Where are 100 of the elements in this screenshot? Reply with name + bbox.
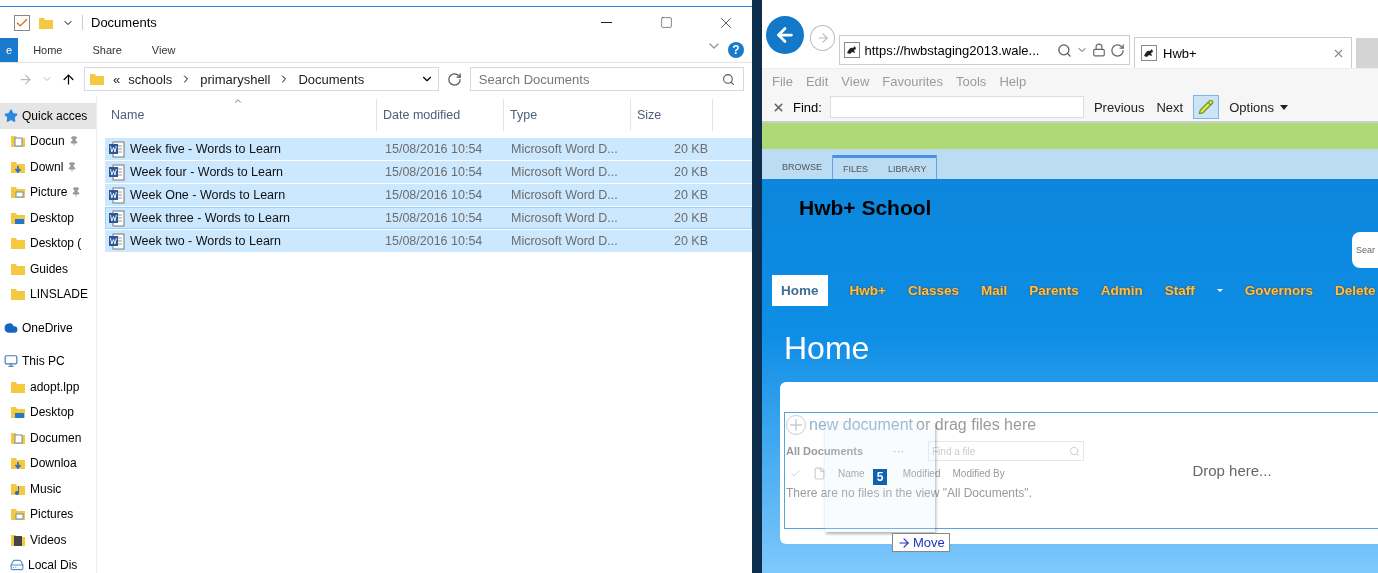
file-row[interactable]: Week five - Words to Learn 15/08/2016 10:54 Microsoft Word D... 20 KB <box>105 138 752 160</box>
sidebar-item[interactable]: adopt.lpp <box>0 374 96 400</box>
word-document-icon <box>108 186 126 204</box>
sidebar-item[interactable]: Videos <box>0 527 96 553</box>
highlight-button[interactable] <box>1193 95 1220 119</box>
url-text: https://hwbstaging2013.wale... <box>864 42 1041 58</box>
file-name: Week two - Words to Learn <box>130 234 281 248</box>
site-title[interactable]: Hwb+ School <box>762 179 1378 224</box>
sidebar-item[interactable]: Guides <box>0 256 96 282</box>
forward-arrow-icon <box>815 31 830 45</box>
sidebar-item[interactable]: Desktop ( <box>0 230 96 256</box>
file-row[interactable]: Week three - Words to Learn 15/08/2016 10:54 Microsoft Word D... 20 KB <box>105 207 752 229</box>
file-name: Week four - Words to Learn <box>130 165 284 179</box>
sidebar-item[interactable]: Desktop <box>0 399 96 425</box>
address-bar[interactable]: « schools primaryshell Documents <box>84 67 439 91</box>
file-name: Week five - Words to Learn <box>130 142 281 156</box>
date-cell: 15/08/2016 10:54 <box>385 211 483 225</box>
sidebar-item[interactable]: Local Dis <box>0 552 96 573</box>
sidebar-item[interactable]: Picture <box>0 179 96 205</box>
window-title: Documents <box>82 15 572 30</box>
size-cell: 20 KB <box>673 234 708 248</box>
caret-icon[interactable] <box>1216 289 1223 292</box>
sidebar-item[interactable]: Downl <box>0 154 96 180</box>
sidebar-item[interactable]: Pictures <box>0 501 96 527</box>
arrow-right-icon <box>897 535 911 550</box>
file-row[interactable]: Week four - Words to Learn 15/08/2016 10:54 Microsoft Word D... 20 KB <box>105 161 752 183</box>
maximize-icon <box>659 16 673 29</box>
file-icon <box>813 467 826 480</box>
drive-icon <box>10 558 24 573</box>
pictures-folder-icon <box>10 506 26 523</box>
file-row[interactable]: Week One - Words to Learn 15/08/2016 10:54 Microsoft Word D... 20 KB <box>105 184 752 206</box>
sidebar-item[interactable]: Desktop <box>0 205 96 231</box>
pictures-folder-icon <box>10 184 26 201</box>
drag-hint: or drag files here <box>916 416 1037 434</box>
site-search-field[interactable]: Sear <box>1352 232 1378 268</box>
refresh-icon[interactable] <box>446 71 462 87</box>
column-header[interactable]: Type <box>504 99 631 131</box>
ribbon-tab[interactable]: Share <box>77 38 137 62</box>
type-cell: Microsoft Word D... <box>511 165 618 179</box>
folder-icon <box>89 71 105 87</box>
refresh-icon[interactable] <box>1110 42 1125 58</box>
column-header[interactable]: Size <box>631 99 713 131</box>
help-button[interactable]: ? <box>728 42 744 58</box>
search-field[interactable]: Search Documents <box>469 67 744 91</box>
date-cell: 15/08/2016 10:54 <box>385 234 483 248</box>
options-button[interactable]: Options <box>1227 99 1291 115</box>
column-header[interactable]: Date modified <box>377 99 504 131</box>
ribbon-tab[interactable]: View <box>136 38 191 62</box>
dragon-favicon-icon <box>1141 45 1157 61</box>
drop-message: Drop here... <box>1192 462 1272 479</box>
date-cell: 15/08/2016 10:54 <box>385 165 483 179</box>
folder-icon <box>10 235 26 252</box>
folder-icon <box>10 286 26 303</box>
breadcrumb-overflow[interactable]: « <box>113 71 121 87</box>
forward-icon[interactable] <box>18 71 33 87</box>
page-title: Home <box>783 329 871 368</box>
downloads-folder-icon <box>10 455 26 472</box>
type-cell: Microsoft Word D... <box>511 188 618 202</box>
sidebar-item[interactable]: Documen <box>0 425 96 451</box>
size-cell: 20 KB <box>673 211 708 225</box>
size-cell: 20 KB <box>673 142 708 156</box>
desktop-folder-icon <box>10 404 26 421</box>
close-icon[interactable] <box>772 100 785 114</box>
sidebar-item[interactable]: LINSLADE <box>0 281 96 307</box>
size-cell: 20 KB <box>673 188 708 202</box>
sidebar-item[interactable]: Quick acces <box>0 103 96 129</box>
ribbon-tab[interactable]: e <box>0 38 19 62</box>
find-nav-button[interactable]: Previous <box>1091 99 1147 115</box>
sidebar-item[interactable]: This PC <box>0 348 96 374</box>
computer-icon <box>4 354 18 369</box>
properties-icon <box>14 14 30 31</box>
file-row[interactable]: Week two - Words to Learn 15/08/2016 10:54 Microsoft Word D... 20 KB <box>105 230 752 252</box>
sidebar-item[interactable]: Docun <box>0 128 96 154</box>
search-icon[interactable] <box>1057 42 1072 58</box>
ribbon-tab[interactable]: BROWSE <box>772 155 832 179</box>
dragon-favicon-icon <box>844 42 861 58</box>
sidebar-item[interactable]: OneDrive <box>0 315 96 341</box>
date-cell: 15/08/2016 10:54 <box>385 188 483 202</box>
star-icon <box>4 108 18 123</box>
type-cell: Microsoft Word D... <box>511 211 618 225</box>
find-label: Find: <box>793 99 822 115</box>
browser-tab[interactable]: Hwb+ <box>1134 37 1353 68</box>
documents-folder-icon <box>10 133 26 150</box>
empty-message: There are no files in the view "All Documents". <box>786 486 1033 500</box>
nav-link[interactable]: Home <box>772 275 828 306</box>
address-bar[interactable]: https://hwbstaging2013.wale... <box>839 35 1130 65</box>
word-document-icon <box>108 232 126 250</box>
type-cell: Microsoft Word D... <box>511 234 618 248</box>
breadcrumb-item[interactable]: primaryshell <box>200 71 271 87</box>
search-icon <box>722 72 735 86</box>
word-document-icon <box>108 163 126 181</box>
column-header[interactable]: Name <box>105 99 377 131</box>
sidebar-item[interactable]: Downloa <box>0 450 96 476</box>
breadcrumb-item[interactable]: Documents <box>298 71 365 87</box>
find-nav-button[interactable]: Next <box>1154 99 1186 115</box>
ribbon-tab[interactable]: Home <box>18 38 78 62</box>
word-document-icon <box>108 209 126 227</box>
find-field[interactable] <box>829 96 1084 118</box>
breadcrumb-item[interactable]: schools <box>128 71 173 87</box>
sidebar-item[interactable]: Music <box>0 476 96 502</box>
